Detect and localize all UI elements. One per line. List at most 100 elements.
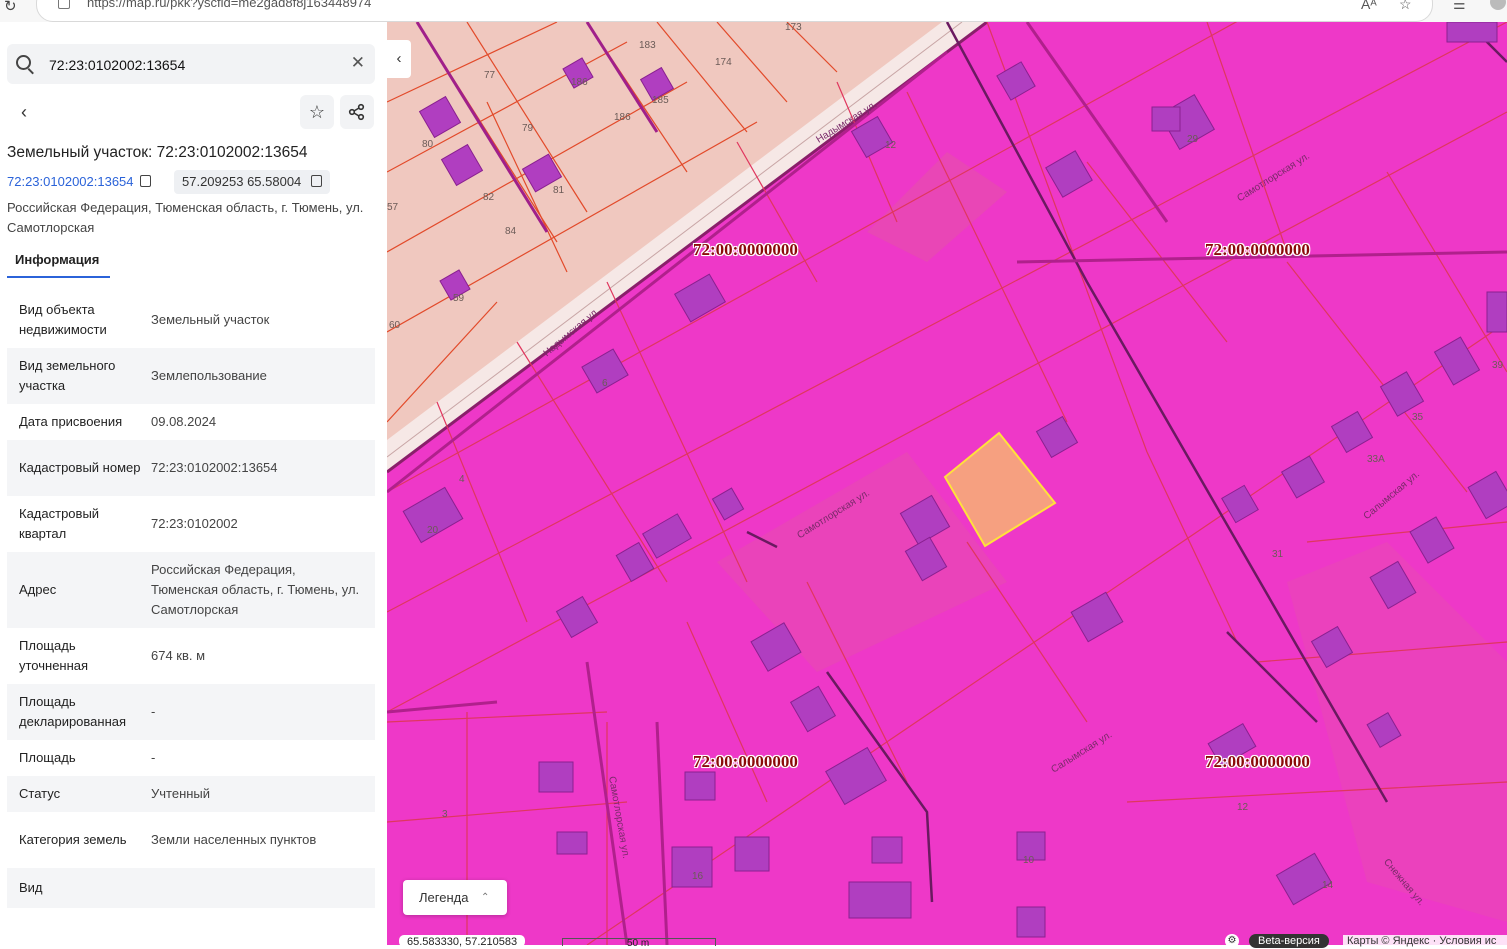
lot-number: 79: [522, 123, 534, 134]
property-key: Дата присвоения: [19, 414, 123, 429]
property-value: Российская Федерация, Тюменская область,…: [151, 562, 360, 617]
lot-number: 174: [715, 57, 732, 68]
property-row: Площадь декларированная -: [7, 684, 375, 740]
tab-underline: [7, 276, 110, 278]
map-canvas[interactable]: [387, 22, 1507, 945]
property-value: Землепользование: [151, 368, 267, 383]
property-key: Площадь уточненная: [19, 638, 89, 673]
lot-number: 29: [1187, 134, 1199, 145]
lot-number: 57: [387, 202, 399, 213]
lot-number: 4: [459, 474, 465, 485]
lot-number: 3: [442, 809, 448, 820]
lot-number: 84: [505, 226, 517, 237]
property-key: Площадь: [19, 750, 76, 765]
search-box: ✕: [7, 44, 375, 84]
beta-badge[interactable]: Beta-версия: [1249, 934, 1329, 948]
zone-label: 72:00:0000000: [1205, 240, 1310, 259]
property-row: Вид объекта недвижимости Земельный участо…: [7, 292, 375, 348]
favorites-list-icon[interactable]: ☰: [1453, 0, 1466, 13]
lot-number: 186: [571, 77, 588, 88]
coordinates-text: 57.209253 65.58004: [182, 174, 302, 189]
collapse-panel-button[interactable]: ‹: [387, 40, 411, 78]
lot-number: 80: [422, 139, 434, 150]
lot-number: 173: [785, 22, 802, 33]
properties-table: Вид объекта недвижимости Земельный участо…: [7, 292, 375, 908]
favorite-star-icon[interactable]: ☆: [1399, 0, 1412, 13]
property-key: Вид земельного участка: [19, 358, 116, 393]
profile-avatar-icon[interactable]: [1490, 0, 1506, 10]
coordinates-chip[interactable]: 57.209253 65.58004: [174, 170, 331, 194]
cadastral-map[interactable]: 183 174 77 79 80 82 84 186 185 186 81 57…: [387, 22, 1507, 945]
favorite-button[interactable]: ☆: [300, 95, 334, 129]
read-aloud-icon[interactable]: Aᴬ: [1361, 0, 1377, 12]
cadastral-number-link[interactable]: 72:23:0102002:13654: [7, 174, 151, 189]
legend-button[interactable]: Легенда ⌃: [403, 880, 507, 915]
star-icon: ☆: [308, 102, 326, 122]
copy-icon[interactable]: [311, 175, 323, 187]
zone-label: 72:00:0000000: [693, 752, 798, 771]
property-row: Статус Учтенный: [7, 776, 375, 812]
property-key: Адрес: [19, 582, 57, 597]
site-info-icon[interactable]: [58, 0, 70, 9]
property-value: 674 кв. м: [151, 648, 206, 663]
chevron-up-icon: ⌃: [481, 892, 490, 903]
page-title: Земельный участок: 72:23:0102002:13654: [7, 144, 308, 161]
cadastral-number-text[interactable]: 72:23:0102002:13654: [7, 174, 134, 189]
lot-number: 186: [614, 112, 631, 123]
legend-label: Легенда: [419, 890, 469, 905]
lot-number: 14: [1322, 880, 1334, 891]
lot-number: 77: [484, 70, 496, 81]
property-value: 09.08.2024: [151, 414, 217, 429]
lot-number: 39: [1492, 360, 1504, 371]
property-row: Площадь -: [7, 740, 375, 776]
property-key: Категория земель: [19, 832, 127, 847]
property-value: Земли населенных пунктов: [151, 832, 317, 847]
property-row: Вид: [7, 868, 375, 908]
property-value: -: [151, 704, 156, 719]
property-row: Адрес Российская Федерация, Тюменская обл…: [7, 552, 375, 628]
property-row: Кадастровый номер 72:23:0102002:13654: [7, 440, 375, 496]
share-button[interactable]: [340, 95, 374, 129]
reload-icon[interactable]: ↻: [4, 0, 17, 15]
property-key: Статус: [19, 786, 61, 801]
lot-number: 81: [553, 185, 565, 196]
share-icon: [348, 103, 365, 121]
scale-label: 50 m: [627, 938, 650, 949]
clear-icon[interactable]: ✕: [351, 53, 365, 73]
zone-label: 72:00:0000000: [693, 240, 798, 259]
lot-number: 33А: [1367, 454, 1385, 465]
property-key: Вид: [19, 880, 43, 895]
property-row: Площадь уточненная 674 кв. м: [7, 628, 375, 684]
lot-number: 183: [639, 40, 656, 51]
property-value: -: [151, 750, 156, 765]
property-row: Дата присвоения 09.08.2024: [7, 404, 375, 440]
property-row: Категория земель Земли населенных пунктов: [7, 812, 375, 868]
copy-icon[interactable]: [139, 175, 151, 187]
search-input[interactable]: [47, 53, 341, 77]
chevron-left-icon: ‹: [21, 102, 27, 122]
lot-number: 12: [885, 140, 897, 151]
zone-label: 72:00:0000000: [1205, 752, 1310, 771]
lot-number: 185: [652, 95, 669, 106]
lot-number: 16: [692, 871, 704, 882]
property-key: Кадастровый квартал: [19, 506, 100, 541]
settings-icon[interactable]: ⚙: [1225, 934, 1239, 948]
info-panel: ✕ ‹ ☆ Земельный участок: 72:23:0102002:1…: [0, 22, 387, 945]
chevron-left-icon: ‹: [396, 50, 402, 67]
property-value: 72:23:0102002:13654: [151, 460, 278, 475]
lot-number: 20: [427, 525, 439, 536]
property-value: Земельный участок: [151, 312, 270, 327]
url-text[interactable]: https://map.ru/pkk?yscfid=me2gad8f8j1634…: [87, 0, 371, 10]
browser-toolbar: ↻ https://map.ru/pkk?yscfid=me2gad8f8j16…: [0, 0, 1507, 22]
property-value: Учтенный: [151, 786, 211, 801]
tab-information[interactable]: Информация: [7, 250, 110, 278]
lot-number: 82: [483, 192, 495, 203]
lot-number: 6: [602, 378, 608, 389]
lot-number: 31: [1272, 549, 1284, 560]
back-button[interactable]: ‹: [7, 95, 41, 129]
map-copyright[interactable]: Карты © Яндекс · Условия ис: [1343, 935, 1507, 947]
lot-number: 35: [1412, 412, 1424, 423]
property-value: 72:23:0102002: [151, 516, 238, 531]
lot-number: 59: [453, 293, 465, 304]
property-row: Вид земельного участка Землепользование: [7, 348, 375, 404]
